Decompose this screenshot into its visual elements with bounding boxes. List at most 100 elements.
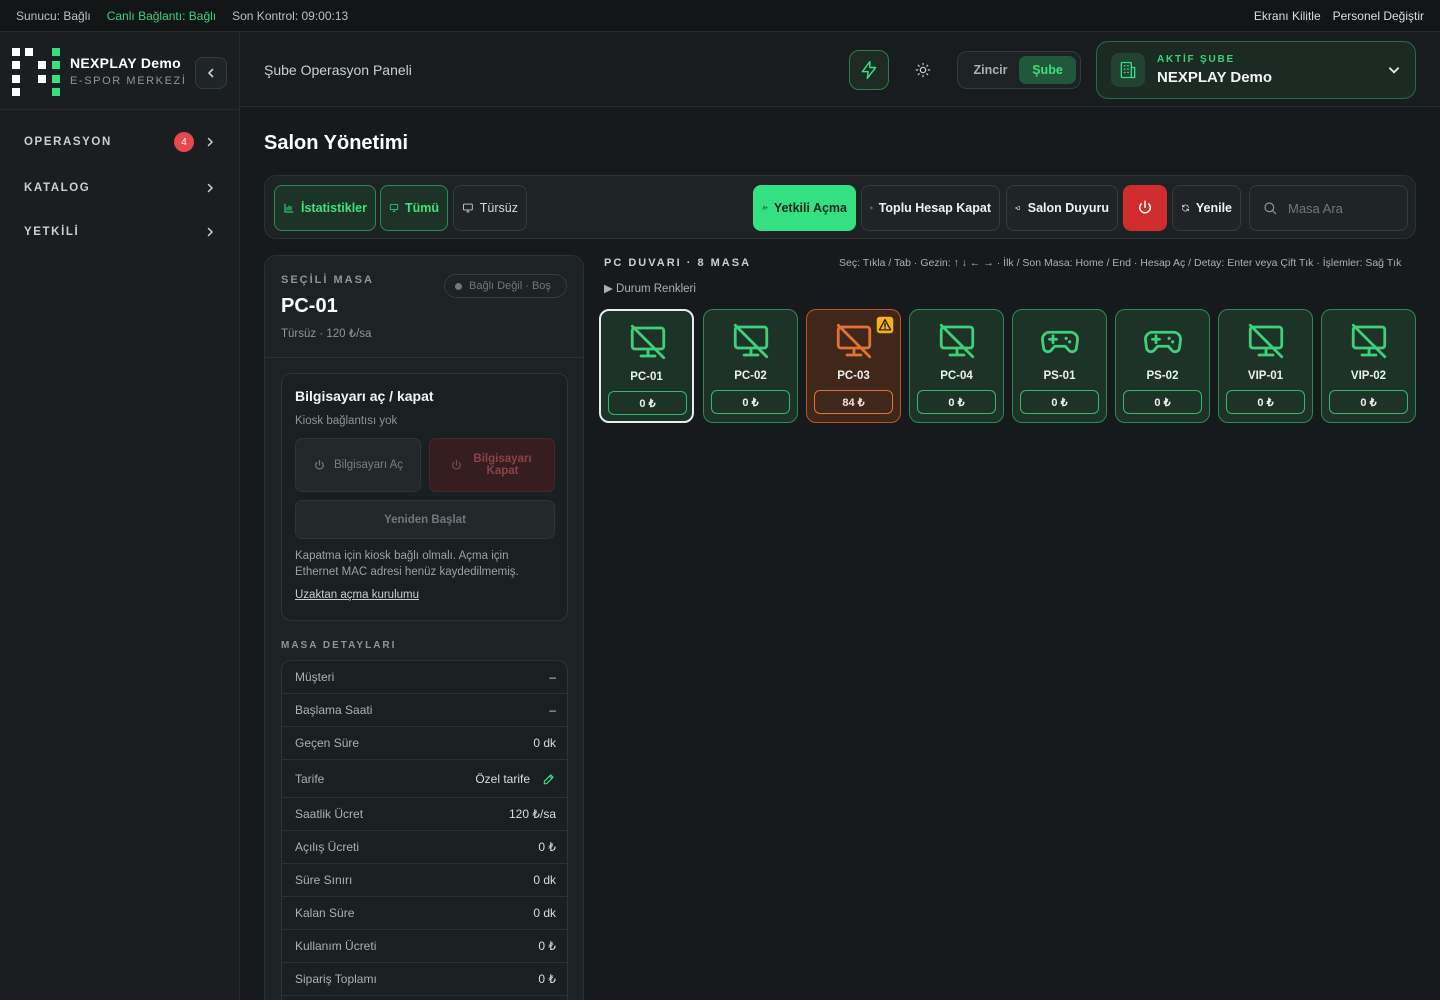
table-search xyxy=(1249,185,1408,231)
sidebar-item-label: KATALOG xyxy=(24,182,91,194)
detail-key: Başlama Saati xyxy=(295,703,373,717)
search-input[interactable] xyxy=(1288,200,1388,216)
detail-value: 0 ₺ xyxy=(538,840,556,854)
table-name: PC-01 xyxy=(630,371,663,383)
brand-logo xyxy=(12,48,60,96)
quick-action-button[interactable] xyxy=(849,50,889,90)
lock-screen-link[interactable]: Ekranı Kilitle xyxy=(1254,9,1321,23)
restart-button[interactable]: Yeniden Başlat xyxy=(295,500,555,539)
sidebar-item-katalog[interactable]: KATALOG xyxy=(12,170,228,206)
power-control-card: Bilgisayarı aç / kapat Kiosk bağlantısı … xyxy=(281,373,568,621)
table-name: PS-02 xyxy=(1146,370,1179,382)
search-icon xyxy=(1264,202,1277,215)
theme-toggle-button[interactable] xyxy=(903,50,943,90)
sidebar-item-operasyon[interactable]: OPERASYON 4 xyxy=(12,124,228,160)
detail-key: Kalan Süre xyxy=(295,906,355,920)
active-branch-selector[interactable]: AKTİF ŞUBE NEXPLAY Demo xyxy=(1096,41,1416,99)
detail-value: – xyxy=(549,703,556,717)
detail-row: Müşteri – xyxy=(282,661,569,694)
switch-staff-link[interactable]: Personel Değiştir xyxy=(1333,9,1424,23)
keyboard-hint: Seç: Tıkla / Tab · Gezin: ↑ ↓ ← → · İlk … xyxy=(839,257,1402,269)
detail-row: Başlama Saati – xyxy=(282,694,569,727)
detail-value: 0 dk xyxy=(533,736,556,750)
table-amount: 0 ₺ xyxy=(1329,390,1408,414)
status-colors-toggle[interactable]: ▶ Durum Renkleri xyxy=(604,281,696,295)
filter-all-button[interactable]: Tümü xyxy=(380,185,448,231)
active-branch-name: NEXPLAY Demo xyxy=(1157,69,1273,86)
monitor-icon xyxy=(463,203,473,213)
power-on-button[interactable]: Bilgisayarı Aç xyxy=(295,438,421,492)
chevron-left-icon xyxy=(208,68,214,78)
user-plus-icon xyxy=(762,205,768,211)
detail-value: 0 ₺ xyxy=(538,972,556,986)
sidebar-divider xyxy=(0,109,240,110)
detail-row: Sipariş Toplamı 0 ₺ xyxy=(282,963,569,996)
table-name: PC-03 xyxy=(837,370,870,382)
selected-table-panel: SEÇİLİ MASA PC-01 Türsüz · 120 ₺/sa Bağl… xyxy=(264,255,584,1000)
notification-badge: 4 xyxy=(174,132,194,152)
bulk-close-button[interactable]: Toplu Hesap Kapat xyxy=(861,185,1000,231)
power-card-subtitle: Kiosk bağlantısı yok xyxy=(295,415,398,427)
toolbar: İstatistikler Tümü Türsüz Yetkili Açma T… xyxy=(264,175,1416,239)
stats-button[interactable]: İstatistikler xyxy=(274,185,376,231)
table-name: PS-01 xyxy=(1043,370,1076,382)
table-amount: 0 ₺ xyxy=(1226,390,1305,414)
collapse-sidebar-button[interactable] xyxy=(195,57,227,89)
monitor-icon xyxy=(389,204,399,212)
remote-wake-setup-link[interactable]: Uzaktan açma kurulumu xyxy=(295,589,419,601)
scope-chain-option[interactable]: Zincir xyxy=(962,56,1019,84)
table-tile-ps-02[interactable]: PS-02 0 ₺ xyxy=(1115,309,1210,423)
detail-row: Saatlik Ücret 120 ₺/sa xyxy=(282,798,569,831)
power-card-note: Kapatma için kiosk bağlı olmalı. Açma iç… xyxy=(295,550,519,578)
detail-row: Kullanım Ücreti 0 ₺ xyxy=(282,930,569,963)
live-connection-status: Canlı Bağlantı: Bağlı xyxy=(106,8,217,23)
table-tile-ps-01[interactable]: PS-01 0 ₺ xyxy=(1012,309,1107,423)
panel-divider xyxy=(265,357,583,358)
status-bar: Sunucu: Bağlı Canlı Bağlantı: Bağlı Son … xyxy=(0,0,1440,32)
brand: NEXPLAY Demo E-SPOR MERKEZİ xyxy=(12,48,228,98)
sidebar-item-yetkili[interactable]: YETKİLİ xyxy=(12,214,228,250)
table-tile-pc-01[interactable]: PC-01 0 ₺ xyxy=(599,309,694,423)
filter-no-tariff-button[interactable]: Türsüz xyxy=(453,185,527,231)
announcement-label: Salon Duyuru xyxy=(1027,201,1109,215)
table-name: PC-04 xyxy=(940,370,973,382)
selected-table-meta: Türsüz · 120 ₺/sa xyxy=(281,328,372,340)
connection-status-label: Bağlı Değil · Boş xyxy=(469,280,551,292)
active-branch-key: AKTİF ŞUBE xyxy=(1157,54,1235,65)
monitor-off-icon xyxy=(733,323,769,359)
table-name: PC-02 xyxy=(734,370,767,382)
power-off-all-button[interactable] xyxy=(1123,185,1167,231)
table-tile-pc-03[interactable]: PC-03 84 ₺ xyxy=(806,309,901,423)
detail-key: Tarife xyxy=(295,771,325,786)
sidebar-item-label: YETKİLİ xyxy=(24,226,80,238)
sidebar: NEXPLAY Demo E-SPOR MERKEZİ OPERASYON 4 … xyxy=(0,32,240,1000)
scope-branch-option[interactable]: Şube xyxy=(1019,56,1076,84)
status-dot xyxy=(455,282,462,290)
monitor-off-icon xyxy=(1351,323,1387,359)
bar-chart-icon xyxy=(284,203,294,213)
table-tile-vip-01[interactable]: VIP-01 0 ₺ xyxy=(1218,309,1313,423)
power-icon xyxy=(315,459,324,469)
scope-toggle: Zincir Şube xyxy=(957,51,1081,89)
details-key: MASA DETAYLARI xyxy=(281,640,397,651)
page-title: Salon Yönetimi xyxy=(264,132,409,154)
power-on-label: Bilgisayarı Aç xyxy=(333,459,404,471)
authorized-open-button[interactable]: Yetkili Açma xyxy=(753,185,856,231)
power-icon xyxy=(1139,200,1151,214)
table-amount: 0 ₺ xyxy=(608,391,687,415)
page-label: Şube Operasyon Paneli xyxy=(264,62,412,78)
table-tile-vip-02[interactable]: VIP-02 0 ₺ xyxy=(1321,309,1416,423)
detail-key: Süre Sınırı xyxy=(295,873,353,887)
table-amount: 0 ₺ xyxy=(711,390,790,414)
detail-row: Tarife Özel tarife xyxy=(282,760,569,798)
detail-value: 120 ₺/sa xyxy=(509,807,556,821)
refresh-button[interactable]: Yenile xyxy=(1172,185,1241,231)
announcement-button[interactable]: Salon Duyuru xyxy=(1006,185,1118,231)
table-tile-pc-04[interactable]: PC-04 0 ₺ xyxy=(909,309,1004,423)
power-off-button[interactable]: Bilgisayarı Kapat xyxy=(429,438,555,492)
power-icon xyxy=(451,459,461,469)
edit-tariff-icon[interactable] xyxy=(542,772,556,786)
last-check-time: Son Kontrol: 09:00:13 xyxy=(232,8,349,23)
power-off-label: Bilgisayarı Kapat xyxy=(473,453,532,477)
table-tile-pc-02[interactable]: PC-02 0 ₺ xyxy=(703,309,798,423)
